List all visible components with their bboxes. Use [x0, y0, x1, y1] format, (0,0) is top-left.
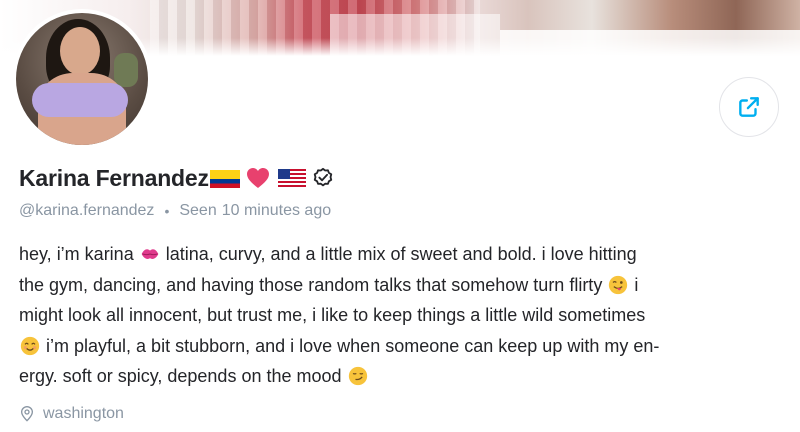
pink-heart-icon — [246, 168, 269, 188]
avatar-photo — [16, 13, 148, 145]
bio-text: latina, curvy, and a little mix of sweet… — [165, 244, 637, 264]
profile-username: @karina.fernandez — [19, 202, 155, 219]
share-button[interactable] — [719, 77, 779, 137]
share-icon — [739, 97, 759, 117]
profile-name-row: Karina Fernandez — [19, 163, 334, 193]
kiss-lips-icon — [141, 249, 159, 259]
profile-avatar[interactable] — [12, 9, 152, 149]
bio-text: might look all innocent, but trust me, i… — [19, 305, 646, 325]
tongue-out-wink-icon — [609, 275, 628, 294]
bio-text: ergy. soft or spicy, depends on the mood — [19, 366, 342, 386]
bio-text: the gym, dancing, and having those rando… — [19, 274, 603, 295]
bio-text: hey, i’m karina — [19, 244, 134, 264]
profile-meta-row: @karina.fernandez • Seen 10 minutes ago — [19, 202, 331, 220]
location-pin-icon — [20, 406, 34, 422]
smiling-face-icon — [20, 336, 40, 355]
verified-badge-icon — [313, 167, 332, 187]
profile-location: washington — [19, 405, 124, 423]
profile-name: Karina Fernandez — [19, 164, 209, 191]
location-text: washington — [43, 405, 124, 422]
colombia-flag-icon — [209, 170, 240, 188]
bio-text: i’m playful, a bit stubborn, and i love … — [46, 335, 660, 356]
seen-label: Seen — [179, 202, 217, 219]
profile-bio: hey, i’m karina latina, curvy, and a lit… — [19, 239, 784, 392]
bio-text: i — [634, 274, 639, 295]
seen-value: 10 minutes ago — [221, 202, 332, 219]
meta-separator: • — [164, 203, 170, 219]
smirk-face-icon — [348, 366, 367, 386]
us-flag-icon — [277, 169, 306, 187]
